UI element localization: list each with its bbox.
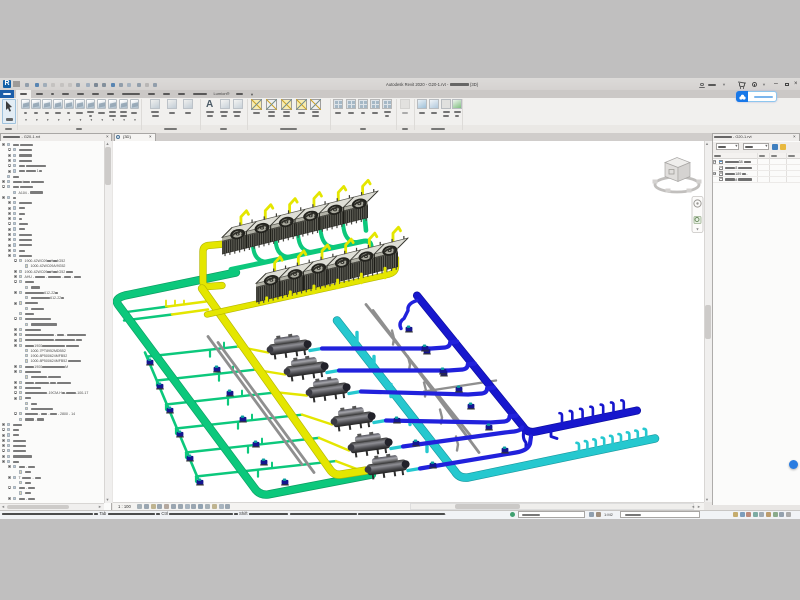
svg-text:▼: ▼ bbox=[696, 226, 700, 231]
